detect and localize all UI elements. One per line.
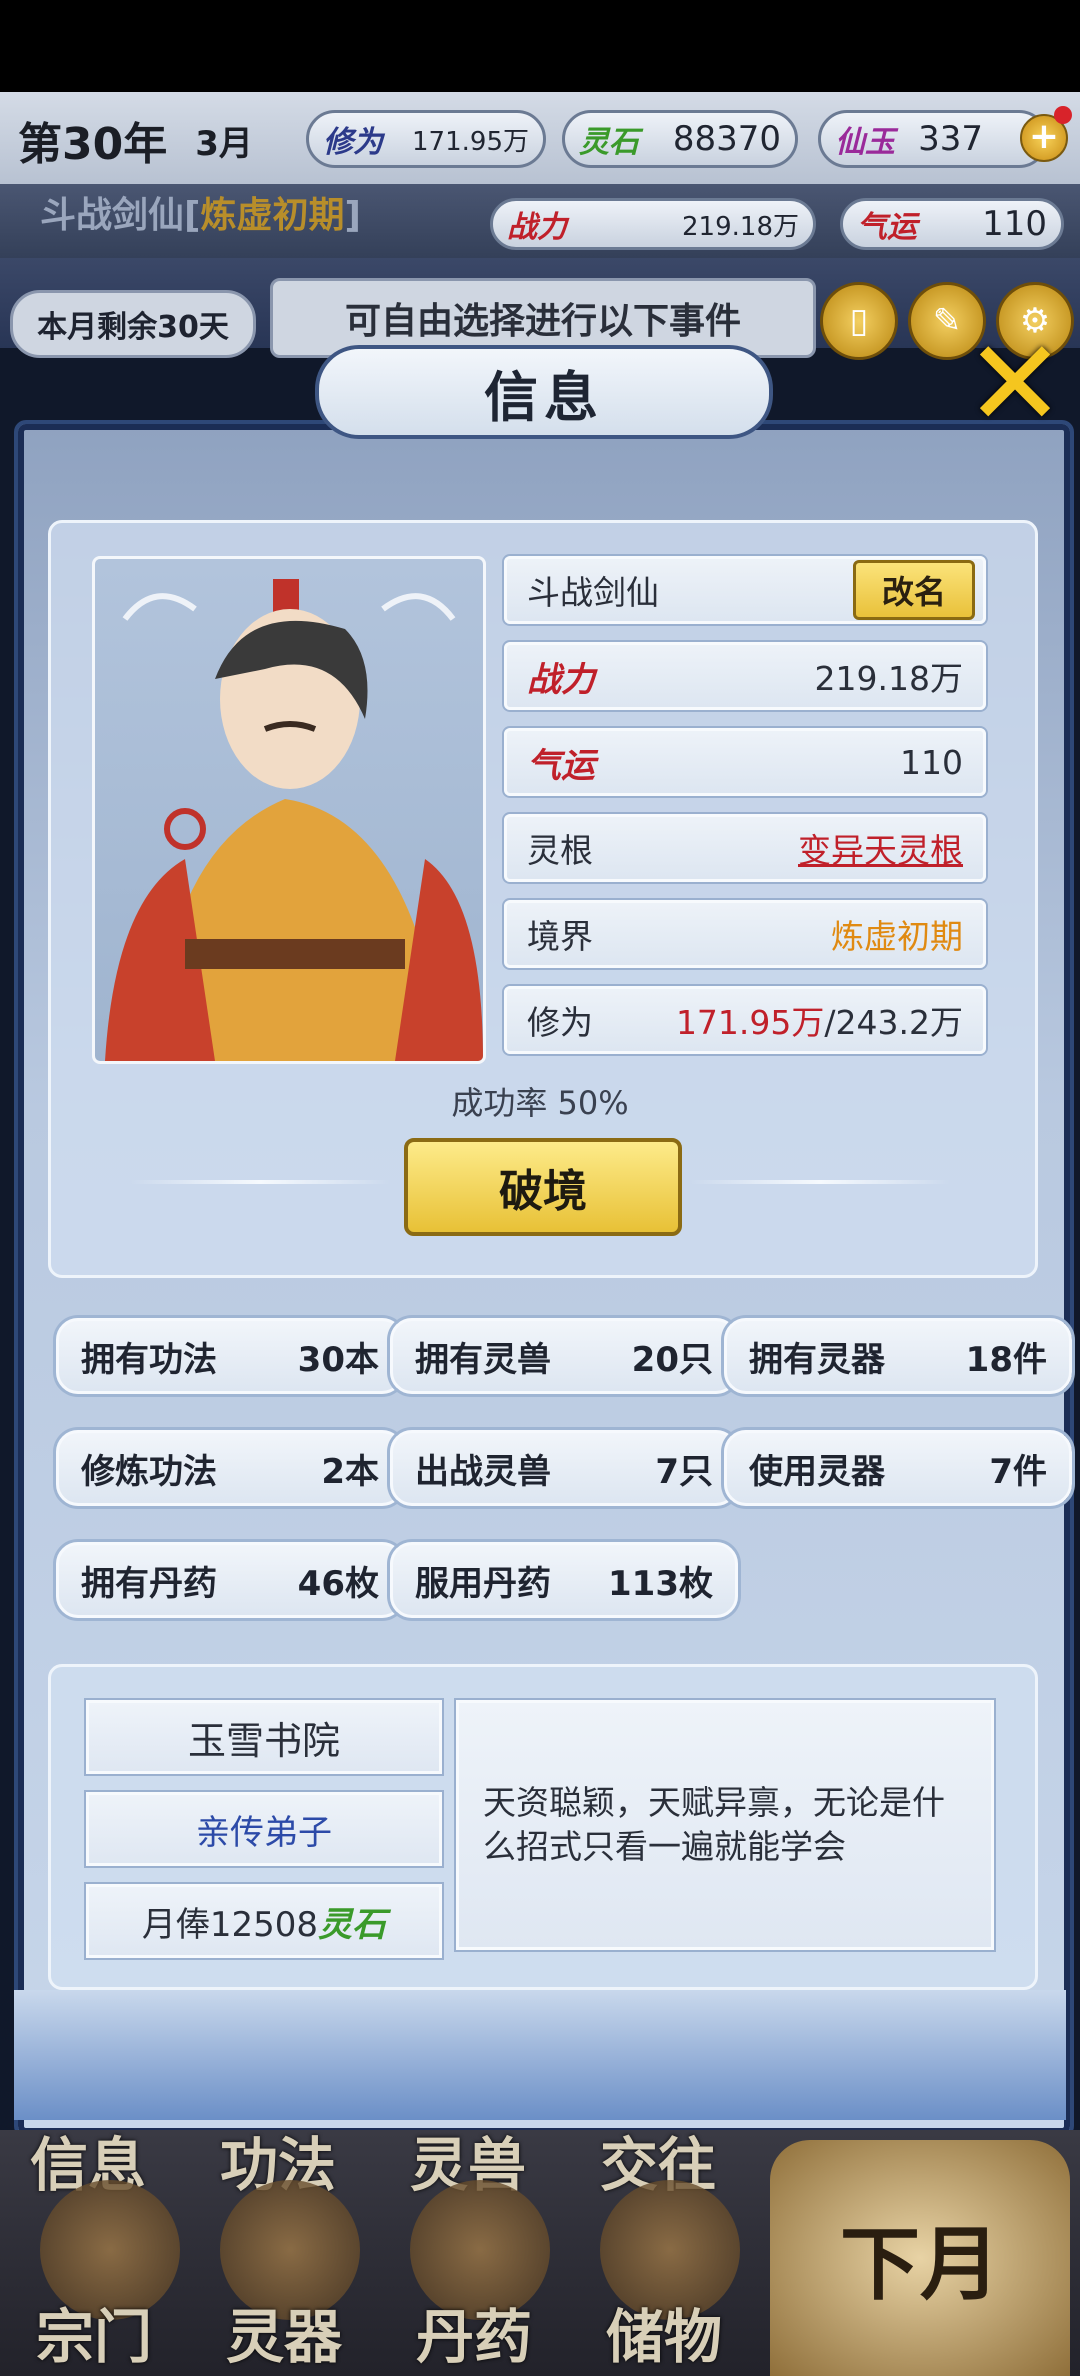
luck-value: 110	[982, 204, 1047, 244]
dialog-title: 信息	[315, 345, 773, 439]
hud-realm-close: ]	[344, 195, 361, 236]
date-display: 第30年 3月	[0, 100, 290, 180]
cultivation-field: 修为 171.95万/243.2万	[504, 986, 986, 1054]
power-value: 219.18万	[682, 211, 799, 242]
stat-used-artifacts[interactable]: 使用灵器 7件	[724, 1430, 1072, 1506]
character-title: 斗战剑仙[炼虚初期]	[40, 186, 361, 238]
success-rate: 成功率 50%	[451, 1084, 629, 1122]
realm-field: 境界 炼虚初期	[504, 900, 986, 968]
jade-value: 337	[918, 119, 983, 159]
stat-value: 113枚	[608, 1563, 713, 1604]
sect-salary: 月俸12508 灵石	[86, 1884, 442, 1958]
stat-label: 拥有丹药	[81, 1563, 217, 1604]
character-name: 斗战剑仙	[527, 573, 659, 612]
trash-button[interactable]: ▯	[820, 282, 898, 360]
cultivation-label: 修为	[527, 1003, 593, 1042]
spirit-stone-icon: 灵石	[318, 1904, 387, 1945]
salary-text: 月俸12508	[141, 1904, 319, 1945]
nav-pills[interactable]: 丹药	[416, 2290, 532, 2374]
stat-label: 出战灵兽	[415, 1451, 551, 1492]
stat-owned-techniques[interactable]: 拥有功法 30本	[56, 1318, 404, 1394]
luck-label: 气运	[527, 745, 595, 786]
divider-right	[690, 1180, 950, 1184]
realm-value: 炼虚初期	[831, 917, 963, 956]
power-pill: 战力 219.18万	[490, 198, 816, 250]
spirit-root-field: 灵根 变异天灵根	[504, 814, 986, 882]
stat-practiced-techniques[interactable]: 修炼功法 2本	[56, 1430, 404, 1506]
spirit-stone-value: 88370	[672, 119, 781, 159]
root-value-link[interactable]: 变异天灵根	[798, 824, 963, 872]
power-icon: 战力	[507, 210, 567, 245]
cultivation-icon: 修为	[323, 125, 383, 160]
sect-rank: 亲传弟子	[86, 1792, 442, 1866]
stat-value: 7只	[655, 1451, 713, 1492]
stat-active-beasts[interactable]: 出战灵兽 7只	[390, 1430, 738, 1506]
close-icon: ✕	[964, 315, 1066, 454]
luck-field: 气运 110	[504, 728, 986, 796]
stat-label: 拥有灵器	[749, 1339, 885, 1380]
cultivation-pill: 修为 171.95万	[306, 110, 546, 168]
divider-left	[130, 1180, 390, 1184]
nav-sect[interactable]: 宗门	[36, 2290, 152, 2374]
jade-icon: 仙玉	[835, 125, 895, 160]
stat-value: 7件	[989, 1451, 1047, 1492]
luck-pill: 气运 110	[840, 198, 1064, 250]
realm-label: 境界	[527, 917, 593, 956]
nav-artifacts[interactable]: 灵器	[226, 2290, 342, 2374]
power-label: 战力	[527, 659, 595, 700]
close-button[interactable]: ✕	[960, 325, 1070, 445]
status-bar	[0, 0, 1080, 92]
power-field: 战力 219.18万	[504, 642, 986, 710]
breakthrough-button[interactable]: 破境	[404, 1138, 682, 1236]
root-label: 灵根	[527, 831, 593, 870]
cultivation-max: /243.2万	[824, 1003, 963, 1042]
stat-label: 修炼功法	[81, 1451, 217, 1492]
hud-realm: 炼虚初期	[200, 195, 345, 236]
stat-value: 30本	[297, 1339, 379, 1380]
nav-storage[interactable]: 储物	[606, 2290, 722, 2374]
stat-owned-pills[interactable]: 拥有丹药 46枚	[56, 1542, 404, 1618]
luck-amount: 110	[900, 742, 963, 782]
stat-value: 46枚	[297, 1563, 379, 1604]
jade-pill: 仙玉 337	[818, 110, 1048, 168]
hud-char-name: 斗战剑仙	[40, 195, 185, 236]
portrait-illustration	[105, 579, 483, 1061]
year-label: 第30年	[18, 119, 168, 170]
days-left-badge: 本月剩余30天	[10, 290, 256, 358]
hud-realm-open: [	[184, 195, 201, 236]
brush-icon: ✎	[932, 301, 962, 341]
stat-consumed-pills[interactable]: 服用丹药 113枚	[390, 1542, 738, 1618]
stat-value: 2本	[321, 1451, 379, 1492]
dialog-bottom-glow	[14, 1990, 1066, 2120]
sect-name: 玉雪书院	[86, 1700, 442, 1774]
spirit-stone-icon: 灵石	[579, 125, 639, 160]
stat-owned-beasts[interactable]: 拥有灵兽 20只	[390, 1318, 738, 1394]
trash-icon: ▯	[849, 301, 869, 341]
character-description: 天资聪颖，天赋异禀，无论是什么招式只看一遍就能学会	[456, 1700, 994, 1950]
character-portrait	[92, 556, 486, 1064]
stat-label: 拥有功法	[81, 1339, 217, 1380]
power-amount: 219.18万	[814, 659, 963, 698]
stat-value: 20只	[631, 1339, 713, 1380]
stat-label: 使用灵器	[749, 1451, 885, 1492]
stat-label: 拥有灵兽	[415, 1339, 551, 1380]
cultivation-value: 171.95万	[412, 126, 529, 157]
next-month-button[interactable]: 下月	[770, 2140, 1070, 2376]
month-label: 3月	[195, 123, 253, 164]
spirit-stone-pill: 灵石 88370	[562, 110, 798, 168]
stat-label: 服用丹药	[415, 1563, 551, 1604]
notification-dot	[1054, 106, 1072, 124]
rename-button[interactable]: 改名	[852, 560, 975, 620]
stat-owned-artifacts[interactable]: 拥有灵器 18件	[724, 1318, 1072, 1394]
cultivation-current: 171.95万	[675, 1003, 825, 1042]
cultivation-progress: 171.95万/243.2万	[676, 996, 963, 1044]
name-field: 斗战剑仙 改名	[504, 556, 986, 624]
stat-value: 18件	[965, 1339, 1047, 1380]
luck-icon: 气运	[857, 210, 917, 245]
